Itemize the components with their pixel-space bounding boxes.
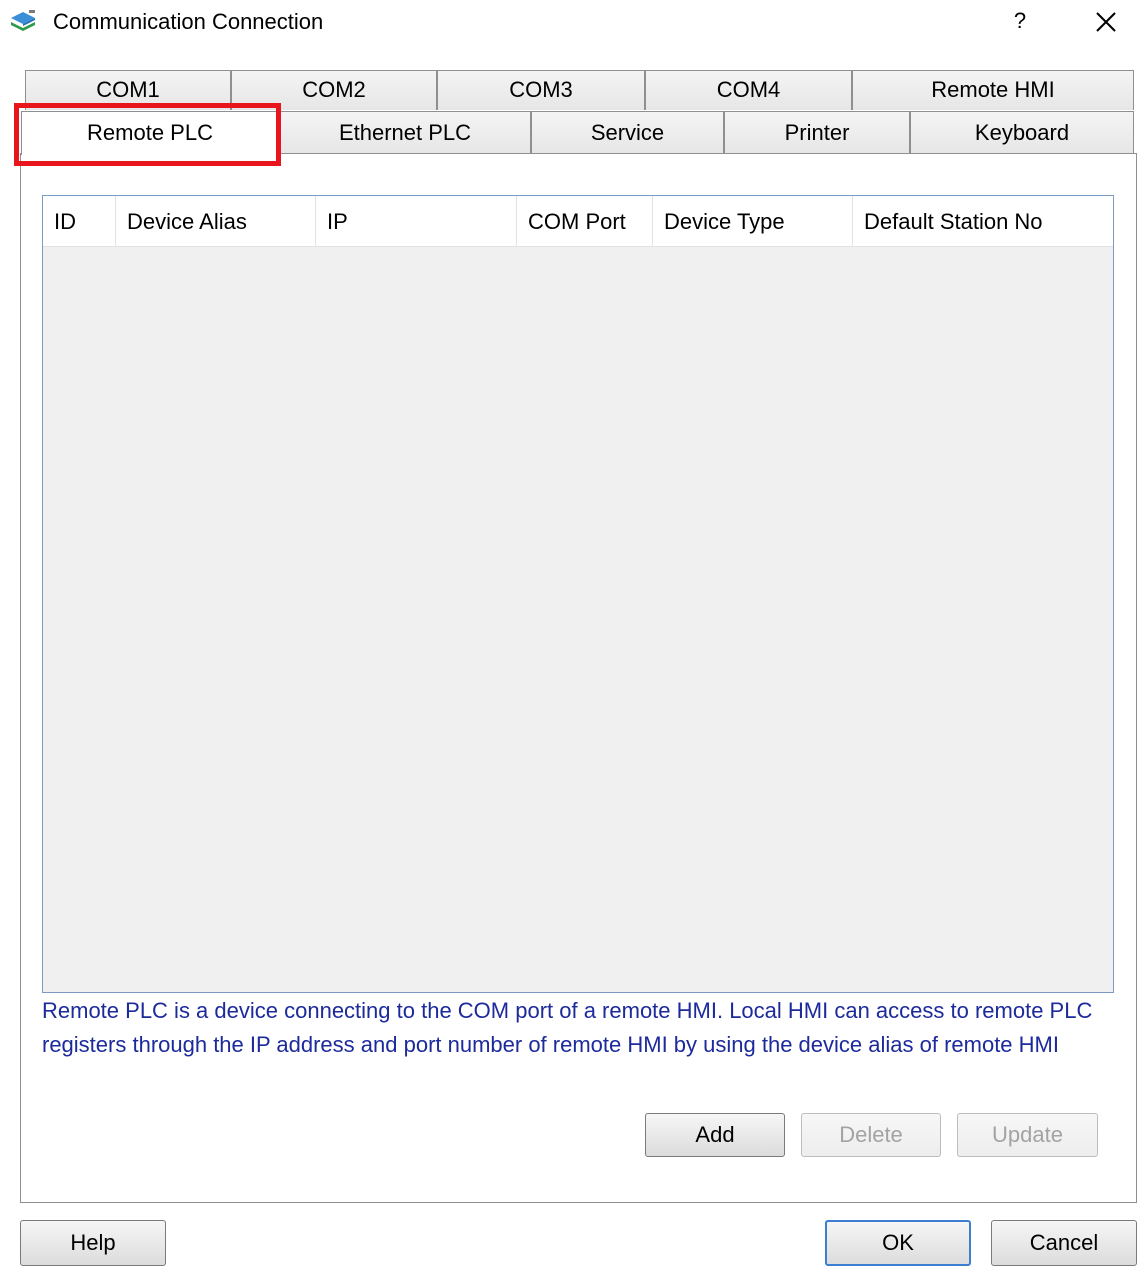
help-question-button[interactable]: ? bbox=[1008, 6, 1032, 36]
add-button[interactable]: Add bbox=[645, 1113, 785, 1157]
table-body[interactable] bbox=[43, 247, 1113, 992]
title-bar: Communication Connection ? bbox=[0, 0, 1137, 44]
tab-ethernet-plc[interactable]: Ethernet PLC bbox=[279, 111, 531, 154]
tab-service[interactable]: Service bbox=[531, 111, 724, 154]
tab-com4[interactable]: COM4 bbox=[645, 70, 852, 110]
tab-com1[interactable]: COM1 bbox=[25, 70, 231, 110]
remote-plc-table[interactable]: ID Device Alias IP COM Port Device Type … bbox=[42, 195, 1114, 993]
column-header-com-port[interactable]: COM Port bbox=[517, 196, 653, 246]
cancel-button[interactable]: Cancel bbox=[991, 1220, 1137, 1266]
close-icon[interactable] bbox=[1092, 8, 1120, 36]
table-header: ID Device Alias IP COM Port Device Type … bbox=[43, 196, 1113, 247]
tab-remote-plc[interactable]: Remote PLC bbox=[21, 111, 279, 155]
column-header-device-alias[interactable]: Device Alias bbox=[116, 196, 316, 246]
update-button[interactable]: Update bbox=[957, 1113, 1098, 1157]
tab-printer[interactable]: Printer bbox=[724, 111, 910, 154]
tab-com3[interactable]: COM3 bbox=[437, 70, 645, 110]
tab-com2[interactable]: COM2 bbox=[231, 70, 437, 110]
column-header-device-type[interactable]: Device Type bbox=[653, 196, 853, 246]
remote-plc-description: Remote PLC is a device connecting to the… bbox=[42, 998, 1093, 1057]
delete-button[interactable]: Delete bbox=[801, 1113, 941, 1157]
app-layers-icon bbox=[11, 10, 35, 31]
window-title: Communication Connection bbox=[53, 9, 324, 34]
column-header-id[interactable]: ID bbox=[43, 196, 116, 246]
column-header-ip[interactable]: IP bbox=[316, 196, 517, 246]
tab-remote-hmi[interactable]: Remote HMI bbox=[852, 70, 1134, 110]
help-button[interactable]: Help bbox=[20, 1220, 166, 1266]
tab-keyboard[interactable]: Keyboard bbox=[910, 111, 1134, 154]
column-header-default-station-no[interactable]: Default Station No bbox=[853, 196, 1113, 246]
ok-button[interactable]: OK bbox=[825, 1220, 971, 1266]
communication-connection-dialog: Communication Connection ? COM1 COM2 COM… bbox=[0, 0, 1137, 1287]
